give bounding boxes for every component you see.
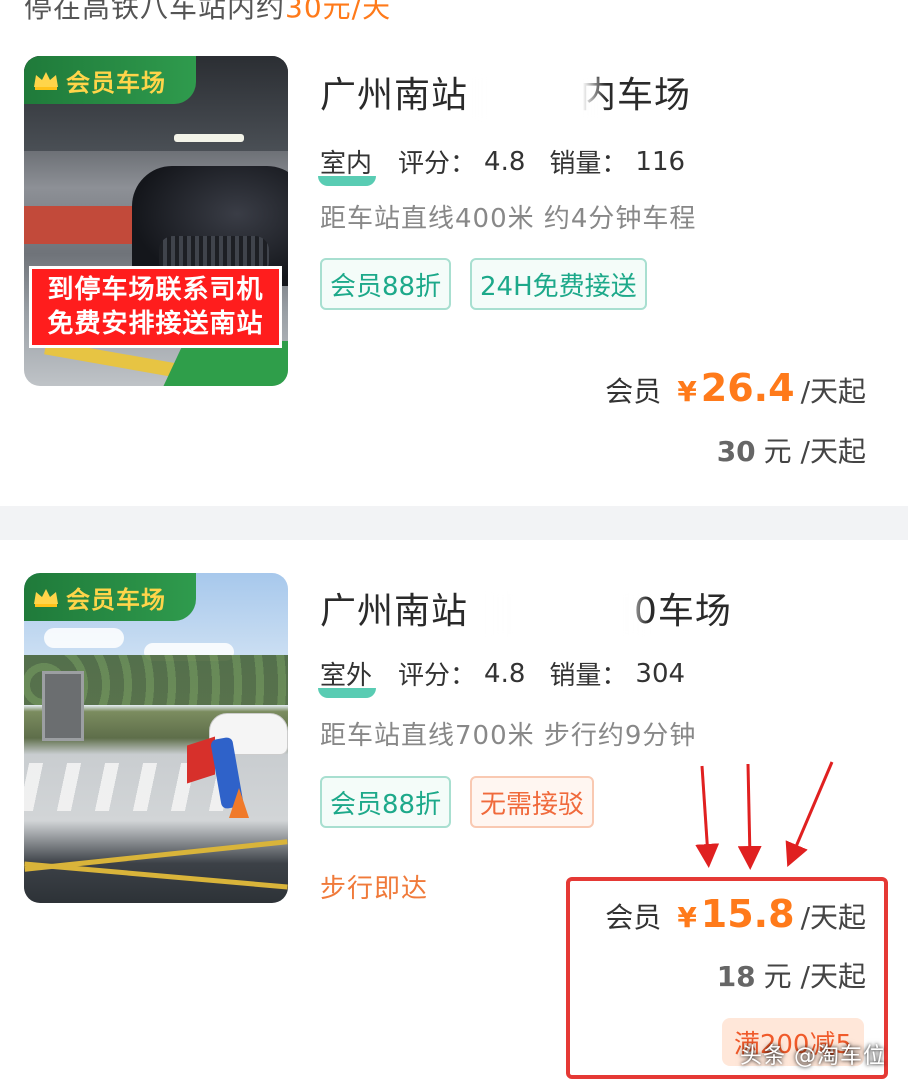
sales-value: 116 [635, 146, 686, 177]
member-price: 26.4 [700, 366, 795, 410]
regular-price-unit: 元 /天起 [763, 960, 866, 993]
regular-price: 30 [716, 435, 756, 468]
promo-line-1: 到停车场联系司机 [47, 275, 264, 305]
truncated-header-text: 停在高铁八车站内约30元/天 [24, 0, 391, 26]
tag-no-shuttle-needed: 无需接驳 [470, 776, 595, 828]
walk-note: 步行即达 [320, 874, 429, 904]
rating-label: 评分： [398, 661, 477, 691]
rating-label: 评分： [398, 149, 477, 179]
lot-meta-row: 室内 评分： 4.8 销量： 116 [317, 143, 709, 186]
parking-lot-card-1[interactable]: 到停车场联系司机 免费安排接送南站 会员车场 广州南站 内车场 室内 评分： 4.… [0, 28, 908, 506]
currency-symbol: ¥ [677, 375, 697, 408]
lot-title-visible-prefix: 广州南站 [320, 75, 469, 116]
red-arrow-icon [785, 761, 834, 868]
lot-title-visible-suffix: 0车场 [634, 591, 732, 632]
ceiling-light [174, 134, 244, 142]
member-price-row: 会员 ¥ 26.4 /天起 [605, 366, 866, 410]
distance-info: 距车站直线400米 约4分钟车程 [320, 204, 697, 234]
lot-thumbnail-indoor[interactable]: 到停车场联系司机 免费安排接送南站 会员车场 [24, 56, 288, 386]
currency-symbol: ¥ [677, 901, 697, 934]
traffic-cone [229, 788, 249, 818]
vip-lot-badge: 会员车场 [24, 56, 196, 104]
lot-title-visible-prefix: 广州南站 [320, 591, 469, 632]
garage-red-wall [24, 206, 144, 244]
member-label: 会员 [605, 901, 662, 934]
promo-banner: 到停车场联系司机 免费安排接送南站 [29, 266, 282, 348]
red-arrow-icon [695, 761, 834, 870]
vip-badge-label: 会员车场 [66, 68, 166, 97]
sales-label: 销量： [549, 149, 628, 179]
lot-type-indoor: 室内 [317, 143, 377, 186]
truncated-header-prefix: 停在高铁八车站内约 [24, 0, 286, 24]
rating-value: 4.8 [484, 658, 526, 689]
member-label: 会员 [605, 375, 662, 408]
member-price: 15.8 [700, 892, 795, 936]
regular-price: 18 [716, 960, 756, 993]
lot-meta-row: 室外 评分： 4.8 销量： 304 [317, 655, 709, 698]
lane-line [24, 861, 288, 890]
red-arrow-icon [737, 763, 762, 870]
top-truncated-text-strip: 停在高铁八车站内约30元/天 [0, 0, 908, 28]
lot-type-outdoor: 室外 [317, 655, 377, 698]
regular-price-unit: 元 /天起 [763, 435, 866, 468]
member-price-row: 会员 ¥ 15.8 /天起 [605, 892, 866, 936]
per-day-unit: /天起 [800, 901, 866, 934]
redaction-blur [465, 76, 605, 120]
regular-price-row: 18 元 /天起 [717, 955, 866, 995]
regular-price-row: 30 元 /天起 [717, 430, 866, 470]
per-day-unit: /天起 [800, 375, 866, 408]
truncated-header-highlight: 30元/天 [285, 0, 392, 24]
tag-member-discount: 会员88折 [320, 776, 452, 828]
sales-value: 304 [635, 658, 686, 689]
red-arrow-icon [695, 765, 720, 868]
tag-free-shuttle: 24H免费接送 [470, 258, 647, 310]
cloud [44, 628, 124, 648]
distance-info: 距车站直线700米 步行约9分钟 [320, 721, 697, 751]
toll-booth [42, 671, 84, 741]
vip-lot-badge: 会员车场 [24, 573, 196, 621]
watermark: 头条 @淘车位 [740, 1044, 886, 1069]
sales-label: 销量： [549, 661, 628, 691]
tag-member-discount: 会员88折 [320, 258, 452, 310]
crown-icon [34, 72, 58, 90]
rating-value: 4.8 [484, 146, 526, 177]
redaction-blur [488, 592, 648, 636]
crown-icon [34, 589, 58, 607]
vip-badge-label: 会员车场 [66, 585, 166, 614]
promo-line-2: 免费安排接送南站 [47, 309, 264, 339]
lot-thumbnail-outdoor[interactable]: 会员车场 [24, 573, 288, 903]
